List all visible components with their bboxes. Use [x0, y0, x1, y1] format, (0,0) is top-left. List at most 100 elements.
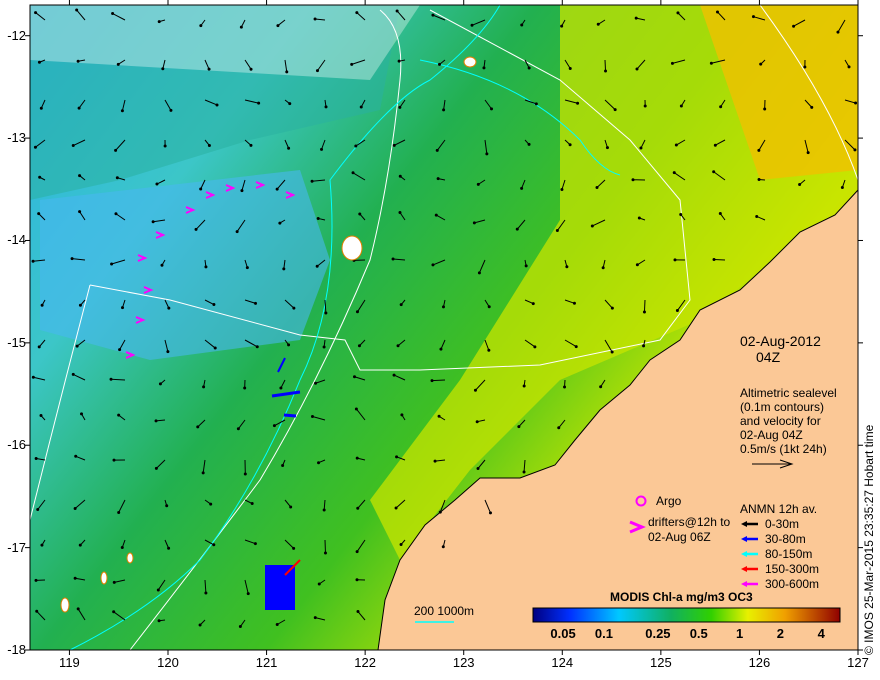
- velocity-arrow-head: [117, 510, 121, 514]
- velocity-arrow-head: [352, 375, 356, 379]
- velocity-arrow-head: [167, 546, 171, 550]
- velocity-arrow-head: [157, 619, 161, 623]
- velocity-arrow-head: [34, 11, 38, 15]
- velocity-arrow-head: [272, 424, 276, 428]
- velocity-arrow-head: [109, 377, 113, 381]
- velocity-arrow-head: [156, 588, 160, 592]
- velocity-arrow-head: [204, 591, 208, 595]
- velocity-arrow-head: [31, 259, 35, 263]
- velocity-arrow-head: [285, 70, 289, 74]
- velocity-arrow-head: [395, 455, 399, 459]
- velocity-arrow-head: [434, 213, 438, 217]
- velocity-arrow-head: [151, 220, 155, 224]
- velocity-arrow-head: [520, 186, 524, 190]
- velocity-arrow-head: [356, 506, 360, 510]
- lon-tick-label: 121: [255, 655, 278, 670]
- velocity-arrow-head: [763, 107, 767, 111]
- velocity-arrow-head: [395, 9, 399, 13]
- velocity-arrow-head: [431, 13, 435, 17]
- velocity-arrow-head: [111, 12, 115, 16]
- velocity-arrow-head: [437, 414, 441, 418]
- velocity-arrow-head: [275, 622, 279, 626]
- velocity-arrow-head: [37, 212, 41, 216]
- velocity-arrow-head: [196, 425, 200, 429]
- velocity-arrow-head: [78, 174, 82, 178]
- velocity-arrow-head: [324, 105, 328, 109]
- velocity-arrow-head: [240, 189, 244, 193]
- velocity-arrow: [431, 379, 446, 382]
- velocity-arrow-head: [74, 454, 78, 458]
- velocity-arrow-head: [675, 309, 679, 313]
- velocity-arrow-head: [215, 103, 219, 107]
- velocity-arrow-head: [853, 148, 857, 152]
- velocity-arrow-head: [565, 265, 569, 269]
- velocity-arrow-head: [243, 472, 247, 476]
- velocity-arrow-head: [73, 506, 77, 510]
- velocity-arrow-head: [517, 425, 521, 429]
- velocity-arrow-head: [438, 62, 442, 66]
- velocity-arrow-head: [288, 102, 292, 106]
- velocity-arrow-head: [78, 303, 82, 307]
- velocity-arrow-head: [673, 258, 677, 262]
- altimetry-line: (0.1m contours): [740, 400, 825, 414]
- velocity-arrow-head: [157, 20, 161, 24]
- colorbar: [532, 607, 841, 623]
- velocity-arrow-head: [34, 578, 38, 582]
- velocity-arrow-head: [397, 59, 401, 63]
- velocity-arrow-head: [854, 101, 858, 105]
- velocity-arrow-head: [112, 610, 116, 614]
- lon-tick-label: 125: [649, 655, 672, 670]
- velocity-arrow-head: [38, 175, 42, 179]
- velocity-arrow-head: [555, 229, 559, 233]
- velocity-arrow-head: [590, 224, 594, 228]
- velocity-arrow-head: [635, 67, 639, 71]
- date-label: 02-Aug-2012: [740, 333, 821, 349]
- velocity-arrow-head: [77, 106, 81, 110]
- velocity-arrow-head: [116, 62, 120, 66]
- velocity-arrow-head: [199, 24, 203, 28]
- velocity-arrow-head: [158, 382, 162, 386]
- velocity-arrow-head: [436, 177, 440, 181]
- velocity-arrow-head: [674, 143, 678, 147]
- velocity-arrow-head: [276, 24, 280, 28]
- velocity-arrow-head: [431, 263, 435, 267]
- velocity-arrow-head: [642, 344, 646, 348]
- velocity-arrow-head: [323, 551, 327, 555]
- velocity-arrow-head: [114, 148, 118, 152]
- velocity-arrow-head: [282, 267, 286, 271]
- velocity-arrow-head: [163, 144, 167, 148]
- velocity-arrow-head: [358, 212, 362, 216]
- velocity-arrow-head: [563, 385, 567, 389]
- velocity-arrow-head: [275, 187, 279, 191]
- velocity-arrow-head: [322, 345, 326, 349]
- velocity-arrow-head: [33, 145, 37, 149]
- velocity-arrow-head: [522, 384, 526, 388]
- velocity-arrow-head: [672, 171, 676, 175]
- velocity-arrow-head: [490, 107, 494, 111]
- lat-tick-label: -13: [7, 130, 26, 146]
- velocity-arrow: [110, 378, 126, 381]
- velocity-arrow-head: [355, 456, 359, 460]
- altimetry-line: 0.5m/s (1kt 24h): [740, 442, 827, 456]
- velocity-arrow-head: [515, 227, 519, 231]
- velocity-arrow-head: [213, 346, 217, 350]
- velocity-arrow-head: [199, 187, 203, 191]
- velocity-arrow-head: [250, 502, 254, 506]
- velocity-arrow-head: [315, 69, 319, 73]
- velocity-arrow-head: [212, 303, 216, 307]
- velocity-arrow-head: [396, 344, 400, 348]
- velocity-arrow-head: [40, 543, 44, 547]
- velocity-arrow-head: [639, 146, 643, 150]
- velocity-arrow-head: [75, 344, 79, 348]
- velocity-arrow-head: [757, 148, 761, 152]
- velocity-arrow-head: [439, 347, 443, 351]
- velocity-arrow-head: [399, 543, 403, 547]
- velocity-arrow-head: [34, 456, 38, 460]
- velocity-arrow-head: [531, 302, 535, 306]
- velocity-arrow-head: [476, 182, 480, 186]
- velocity-arrow-head: [398, 105, 402, 109]
- velocity-arrow-head: [719, 105, 723, 109]
- velocity-arrow-head: [204, 265, 208, 269]
- anmn-item: 30-80m: [765, 532, 806, 546]
- velocity-arrow-head: [313, 17, 317, 21]
